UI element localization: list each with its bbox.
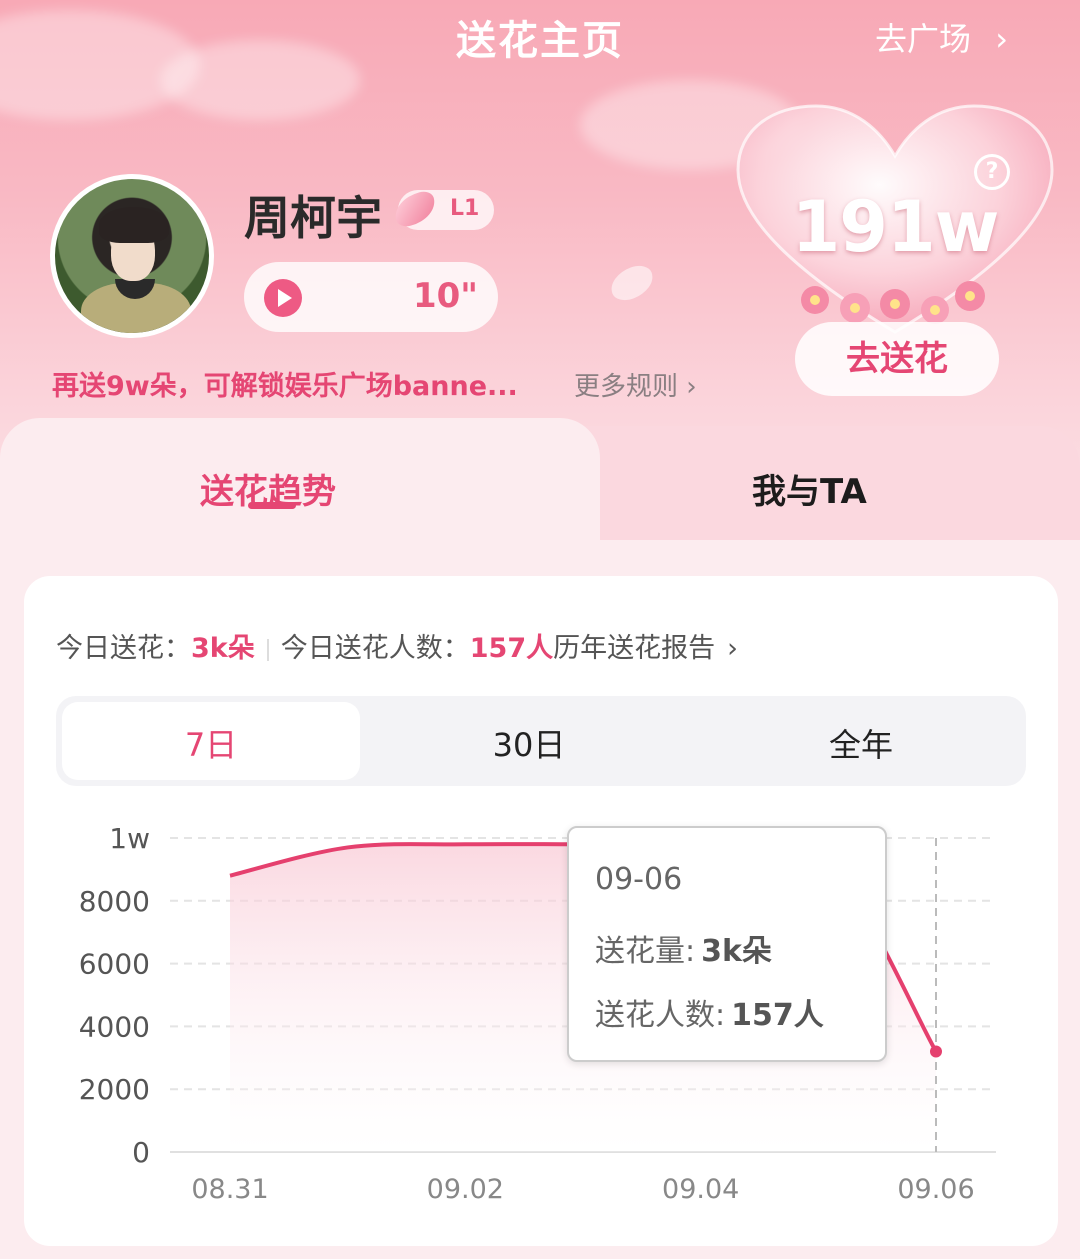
range-selector: 7日 30日 全年 bbox=[56, 696, 1026, 786]
tooltip-flowers: 送花量: 3k朵 bbox=[595, 926, 772, 970]
x-tick-label: 09.06 bbox=[897, 1174, 974, 1205]
level-badge: L1 bbox=[390, 189, 494, 230]
range-7d[interactable]: 7日 bbox=[61, 720, 361, 766]
voice-duration: 10" bbox=[412, 276, 478, 316]
total-flowers-value: 191w bbox=[791, 186, 1000, 268]
user-name: 周柯宇 bbox=[244, 191, 382, 245]
today-people-label: 今日送花人数： bbox=[280, 633, 470, 664]
tooltip-people-label: 送花人数: bbox=[595, 998, 726, 1033]
petal-decoration bbox=[606, 261, 658, 305]
today-flowers-value: 3k朵 bbox=[191, 633, 255, 664]
voice-play-button[interactable]: 10" bbox=[244, 262, 498, 332]
play-icon bbox=[264, 279, 302, 317]
tab-me-and-ta[interactable]: 我与TA bbox=[752, 464, 867, 513]
y-tick-label: 1w bbox=[109, 822, 150, 855]
data-point bbox=[930, 1045, 942, 1058]
today-people-value: 157人 bbox=[469, 633, 554, 664]
help-icon[interactable]: ? bbox=[974, 154, 1010, 190]
range-30d[interactable]: 30日 bbox=[379, 720, 679, 766]
x-tick-label: 09.04 bbox=[662, 1174, 739, 1205]
yearly-report-link[interactable]: 历年送花报告 bbox=[553, 633, 715, 664]
x-tick-label: 09.02 bbox=[427, 1174, 504, 1205]
y-tick-label: 2000 bbox=[79, 1073, 150, 1106]
range-year[interactable]: 全年 bbox=[711, 720, 1011, 766]
flower-heart: ? 191w bbox=[730, 100, 1060, 340]
divider bbox=[266, 638, 269, 661]
unlock-hint: 再送9w朵，可解锁娱乐广场banne... bbox=[52, 371, 518, 402]
tooltip-flowers-label: 送花量: bbox=[595, 934, 696, 969]
chevron-right-icon[interactable]: › bbox=[727, 633, 738, 664]
go-plaza-label: 去广场 bbox=[875, 20, 972, 58]
y-tick-label: 8000 bbox=[79, 885, 150, 918]
trend-card: 今日送花：3k朵 今日送花人数：157人历年送花报告 › 7日 30日 全年 0 20… bbox=[24, 576, 1058, 1246]
tooltip-flowers-value: 3k朵 bbox=[701, 934, 772, 969]
x-tick-label: 08.31 bbox=[191, 1174, 268, 1205]
avatar[interactable] bbox=[50, 174, 214, 338]
y-tick-label: 4000 bbox=[79, 1010, 150, 1043]
chevron-right-icon: › bbox=[995, 20, 1008, 58]
tooltip-date: 09-06 bbox=[595, 862, 683, 897]
level-label: L1 bbox=[450, 196, 480, 221]
chart-tooltip: 09-06 送花量: 3k朵 送花人数: 157人 bbox=[567, 826, 887, 1062]
today-flowers-label: 今日送花： bbox=[56, 633, 191, 664]
tab-active-indicator bbox=[248, 502, 296, 509]
send-flowers-button[interactable]: 去送花 bbox=[795, 322, 999, 396]
trend-chart[interactable]: 0 2000 4000 6000 8000 1w 08.31 09.02 09.04 09.06 bbox=[24, 806, 1058, 1226]
today-stats: 今日送花：3k朵 今日送花人数：157人历年送花报告 › bbox=[56, 626, 738, 665]
tooltip-people-value: 157人 bbox=[731, 998, 824, 1033]
more-rules-link[interactable]: 更多规则 › bbox=[574, 366, 697, 403]
y-tick-label: 0 bbox=[132, 1136, 150, 1169]
tab-bar: 送花趋势 我与TA bbox=[0, 418, 1080, 540]
go-plaza-link[interactable]: 去广场 › bbox=[875, 14, 1008, 60]
y-tick-label: 6000 bbox=[79, 948, 150, 981]
tooltip-people: 送花人数: 157人 bbox=[595, 990, 824, 1034]
